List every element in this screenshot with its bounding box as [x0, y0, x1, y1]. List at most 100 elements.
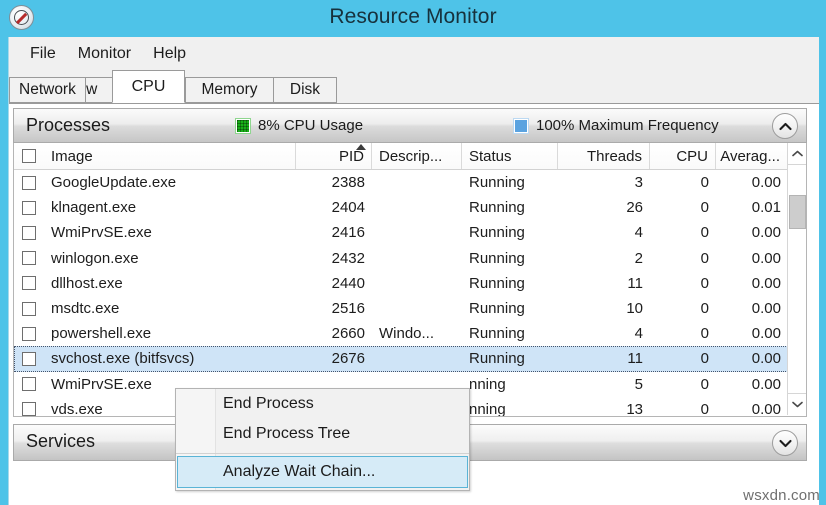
- cell-pid: 2516: [331, 300, 365, 318]
- column-header-status[interactable]: Status: [462, 143, 558, 169]
- row-checkbox[interactable]: [22, 402, 36, 416]
- column-header-description[interactable]: Descrip...: [372, 143, 462, 169]
- cell-cpu: 0: [700, 325, 709, 343]
- row-checkbox-cell[interactable]: [14, 200, 44, 215]
- cell-status: Running: [469, 325, 525, 343]
- row-checkbox[interactable]: [22, 377, 36, 392]
- menu-item-monitor[interactable]: Monitor: [67, 42, 142, 66]
- column-header-pid[interactable]: PID: [296, 143, 372, 169]
- table-row[interactable]: klnagent.exe 2404 Running 26 0 0.01: [14, 195, 806, 220]
- column-header-average[interactable]: Averag...: [716, 143, 788, 169]
- row-checkbox[interactable]: [22, 200, 36, 215]
- context-menu-separator: [176, 453, 469, 454]
- cell-image: svchost.exe (bitfsvcs): [51, 350, 195, 368]
- table-row[interactable]: GoogleUpdate.exe 2388 Running 3 0 0.00: [14, 170, 806, 195]
- row-checkbox[interactable]: [22, 351, 36, 366]
- cell-image: klnagent.exe: [51, 199, 137, 217]
- max-frequency-stat: 100% Maximum Frequency: [513, 117, 719, 134]
- cpu-usage-stat: 8% CPU Usage: [235, 117, 364, 134]
- row-checkbox[interactable]: [22, 326, 36, 341]
- scroll-up-button[interactable]: [788, 143, 806, 165]
- cell-image: winlogon.exe: [51, 249, 139, 267]
- menu-item-file[interactable]: File: [19, 42, 67, 66]
- row-checkbox-cell[interactable]: [14, 301, 44, 316]
- row-checkbox-cell[interactable]: [14, 402, 44, 416]
- cell-average: 0.00: [751, 174, 781, 192]
- row-checkbox-cell[interactable]: [14, 175, 44, 190]
- cell-image: GoogleUpdate.exe: [51, 174, 177, 192]
- table-row[interactable]: powershell.exe 2660 Windo... Running 4 0 0.00: [14, 321, 806, 346]
- cell-threads: 10: [626, 300, 643, 318]
- tab-memory[interactable]: Memory: [185, 77, 274, 103]
- row-checkbox-cell[interactable]: [14, 351, 44, 366]
- cell-status: Running: [469, 174, 525, 192]
- sort-ascending-icon: [356, 144, 366, 150]
- chevron-up-icon: [778, 122, 792, 130]
- cell-threads: 11: [627, 274, 643, 292]
- services-expand-button[interactable]: [772, 430, 798, 456]
- chevron-down-icon: [791, 401, 803, 408]
- context-menu-item-end-process[interactable]: End Process: [176, 389, 469, 419]
- services-title: Services: [26, 431, 96, 451]
- row-checkbox-cell[interactable]: [14, 377, 44, 392]
- row-checkbox[interactable]: [22, 225, 36, 240]
- cpu-usage-label: 8% CPU Usage: [258, 117, 364, 134]
- tab-network[interactable]: Network: [9, 77, 86, 103]
- table-row[interactable]: svchost.exe (bitfsvcs) 2676 Running 11 0 0.00: [14, 346, 806, 372]
- context-menu-item-end-process-tree[interactable]: End Process Tree: [176, 419, 469, 449]
- tab-disk[interactable]: Disk: [273, 77, 337, 103]
- row-checkbox-cell[interactable]: [14, 326, 44, 341]
- row-checkbox[interactable]: [22, 301, 36, 316]
- table-row[interactable]: dllhost.exe 2440 Running 11 0 0.00: [14, 271, 806, 296]
- column-header-pid-label: PID: [338, 147, 364, 165]
- row-checkbox[interactable]: [22, 175, 36, 190]
- processes-collapse-button[interactable]: [772, 113, 798, 139]
- table-row[interactable]: WmiPrvSE.exe 2416 Running 4 0 0.00: [14, 220, 806, 245]
- max-frequency-label: 100% Maximum Frequency: [536, 117, 719, 134]
- context-menu-item-analyze-wait-chain[interactable]: Analyze Wait Chain...: [177, 456, 468, 488]
- process-table-body: GoogleUpdate.exe 2388 Running 3 0 0.00 klnagen…: [14, 170, 806, 417]
- cell-threads: 3: [634, 174, 643, 192]
- column-header-threads[interactable]: Threads: [558, 143, 650, 169]
- row-checkbox-cell[interactable]: [14, 251, 44, 266]
- cell-image: dllhost.exe: [51, 274, 123, 292]
- cell-threads: 13: [626, 400, 643, 417]
- menu-bar: File Monitor Help: [9, 37, 819, 70]
- cell-average: 0.00: [751, 350, 781, 368]
- cell-status: nning: [469, 375, 506, 393]
- processes-section-header[interactable]: Processes 8% CPU Usage 100% Maximum Freq…: [13, 108, 807, 143]
- column-header-image[interactable]: Image: [44, 143, 296, 169]
- cell-cpu: 0: [700, 199, 709, 217]
- table-row[interactable]: msdtc.exe 2516 Running 10 0 0.00: [14, 296, 806, 321]
- scroll-down-button[interactable]: [788, 393, 806, 415]
- row-checkbox-cell[interactable]: [14, 276, 44, 291]
- cell-cpu: 0: [700, 224, 709, 242]
- cell-status: Running: [469, 249, 525, 267]
- cell-pid: 2388: [331, 174, 365, 192]
- menu-item-help[interactable]: Help: [142, 42, 197, 66]
- cell-status: Running: [469, 224, 525, 242]
- column-header-cpu[interactable]: CPU: [650, 143, 716, 169]
- cell-threads: 26: [626, 199, 643, 217]
- select-all-checkbox-cell[interactable]: [14, 143, 44, 169]
- cell-average: 0.01: [751, 199, 781, 217]
- cell-average: 0.00: [751, 300, 781, 318]
- window-title: Resource Monitor: [329, 5, 497, 28]
- row-checkbox-cell[interactable]: [14, 225, 44, 240]
- chevron-up-icon: [791, 150, 803, 157]
- scrollbar-thumb[interactable]: [789, 195, 806, 229]
- table-row[interactable]: winlogon.exe 2432 Running 2 0 0.00: [14, 246, 806, 271]
- cell-cpu: 0: [700, 274, 709, 292]
- cell-average: 0.00: [751, 274, 781, 292]
- process-table-header: Image PID Descrip... Status Threads CPU …: [14, 143, 806, 170]
- row-checkbox[interactable]: [22, 251, 36, 266]
- processes-title: Processes: [26, 115, 111, 135]
- cell-average: 0.00: [751, 325, 781, 343]
- select-all-checkbox[interactable]: [22, 149, 36, 163]
- cell-average: 0.00: [751, 375, 781, 393]
- table-vertical-scrollbar[interactable]: [787, 143, 806, 415]
- row-checkbox[interactable]: [22, 276, 36, 291]
- resource-monitor-window: Resource Monitor File Monitor Help Overv…: [0, 0, 826, 505]
- cell-image: powershell.exe: [51, 325, 152, 343]
- tab-cpu[interactable]: CPU: [112, 70, 185, 103]
